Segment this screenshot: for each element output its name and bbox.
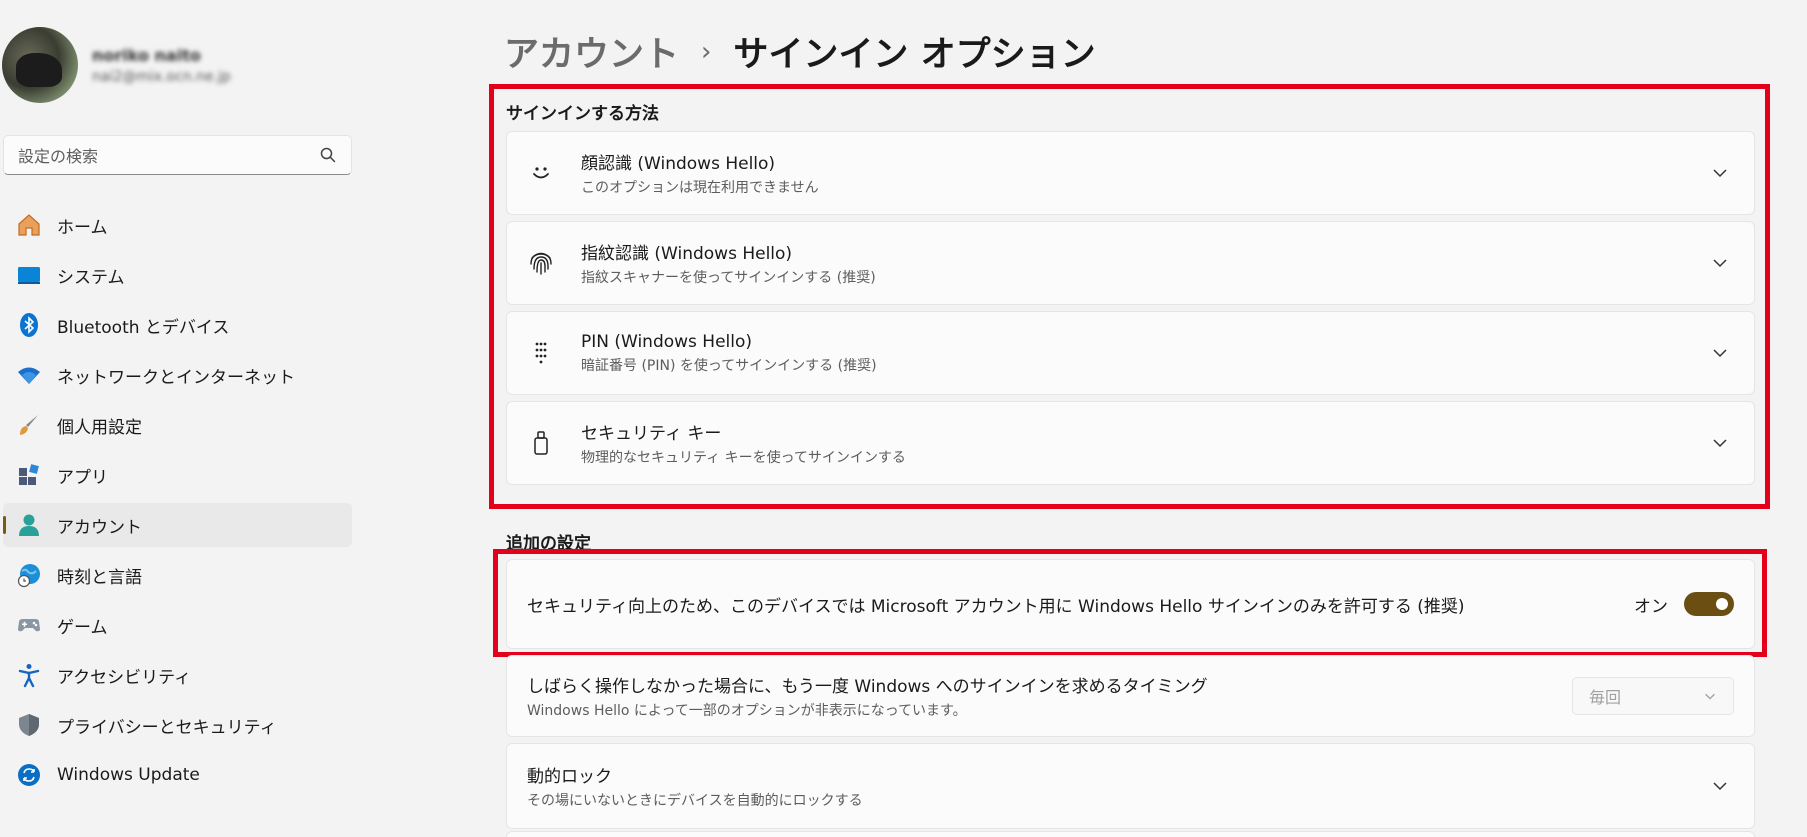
sidebar-item-label: システム — [57, 267, 125, 288]
sidebar-item-label: Bluetooth とデバイス — [57, 317, 230, 338]
nav-list: ホーム システム Bluetooth とデバイス ネットワークとインターネット … — [3, 203, 352, 803]
card-title: 動的ロック — [527, 767, 612, 787]
sidebar-item-label: 個人用設定 — [57, 417, 142, 438]
system-icon — [15, 261, 43, 289]
shield-icon — [15, 711, 43, 739]
sidebar-item-windows-update[interactable]: Windows Update — [3, 753, 352, 797]
apps-icon — [15, 461, 43, 489]
profile[interactable]: noriko naito nai2@mix.ocn.ne.jp — [2, 27, 231, 103]
home-icon — [15, 211, 43, 239]
sidebar-item-accounts[interactable]: アカウント — [3, 503, 352, 547]
gamepad-icon — [15, 611, 43, 639]
update-icon — [15, 761, 43, 789]
globe-clock-icon — [15, 561, 43, 589]
dynamic-lock-setting[interactable]: 動的ロック その場にいないときにデバイスを自動的にロックする — [506, 743, 1755, 829]
sidebar-item-label: アクセシビリティ — [57, 667, 192, 688]
highlight-box-signin-methods — [489, 84, 1770, 509]
sidebar-item-apps[interactable]: アプリ — [3, 453, 352, 497]
card-text: 動的ロック その場にいないときにデバイスを自動的にロックする — [507, 762, 1712, 810]
page-title: サインイン オプション — [733, 35, 1096, 75]
sidebar: noriko naito nai2@mix.ocn.ne.jp 設定の検索 ホー… — [0, 0, 360, 837]
sidebar-item-network[interactable]: ネットワークとインターネット — [3, 353, 352, 397]
sidebar-item-gaming[interactable]: ゲーム — [3, 603, 352, 647]
wifi-icon — [15, 361, 43, 389]
breadcrumb: アカウント › サインイン オプション — [504, 26, 1096, 77]
signin-timeout-setting: しばらく操作しなかった場合に、もう一度 Windows へのサインインを求めるタ… — [506, 655, 1755, 737]
sidebar-item-label: ゲーム — [57, 617, 108, 638]
sidebar-item-home[interactable]: ホーム — [3, 203, 352, 247]
sidebar-item-label: 時刻と言語 — [57, 567, 142, 588]
sidebar-item-label: ホーム — [57, 217, 108, 238]
dropdown-value: 毎回 — [1589, 688, 1622, 707]
sidebar-item-label: アプリ — [57, 467, 108, 488]
bluetooth-icon — [15, 311, 43, 339]
sidebar-item-label: Windows Update — [57, 765, 200, 785]
sidebar-item-bluetooth[interactable]: Bluetooth とデバイス — [3, 303, 352, 347]
sidebar-item-label: アカウント — [57, 517, 142, 538]
next-setting-card — [506, 831, 1755, 837]
breadcrumb-separator: › — [701, 36, 712, 67]
sidebar-item-accessibility[interactable]: アクセシビリティ — [3, 653, 352, 697]
card-title: しばらく操作しなかった場合に、もう一度 Windows へのサインインを求めるタ… — [527, 677, 1208, 697]
profile-name: noriko naito — [92, 45, 201, 65]
profile-text: noriko naito nai2@mix.ocn.ne.jp — [92, 46, 231, 85]
sidebar-item-personalization[interactable]: 個人用設定 — [3, 403, 352, 447]
card-subtitle: その場にいないときにデバイスを自動的にロックする — [527, 793, 863, 809]
brush-icon — [15, 411, 43, 439]
highlight-box-hello-only — [493, 549, 1767, 657]
search-input[interactable]: 設定の検索 — [3, 135, 352, 175]
account-icon — [15, 511, 43, 539]
sidebar-item-label: ネットワークとインターネット — [57, 367, 295, 388]
profile-email: nai2@mix.ocn.ne.jp — [92, 68, 231, 85]
timeout-dropdown[interactable]: 毎回 — [1572, 677, 1734, 715]
sidebar-item-label: プライバシーとセキュリティ — [57, 717, 277, 738]
chevron-down-icon — [1705, 693, 1715, 700]
accessibility-icon — [15, 661, 43, 689]
sidebar-item-privacy[interactable]: プライバシーとセキュリティ — [3, 703, 352, 747]
sidebar-item-system[interactable]: システム — [3, 253, 352, 297]
breadcrumb-parent[interactable]: アカウント — [504, 26, 679, 77]
card-subtitle: Windows Hello によって一部のオプションが非表示になっています。 — [527, 703, 967, 719]
card-text: しばらく操作しなかった場合に、もう一度 Windows へのサインインを求めるタ… — [507, 672, 1572, 720]
sidebar-item-time-language[interactable]: 時刻と言語 — [3, 553, 352, 597]
chevron-down-icon[interactable] — [1712, 778, 1728, 794]
search-placeholder: 設定の検索 — [18, 147, 99, 166]
avatar — [2, 27, 78, 103]
search-icon — [320, 147, 336, 163]
